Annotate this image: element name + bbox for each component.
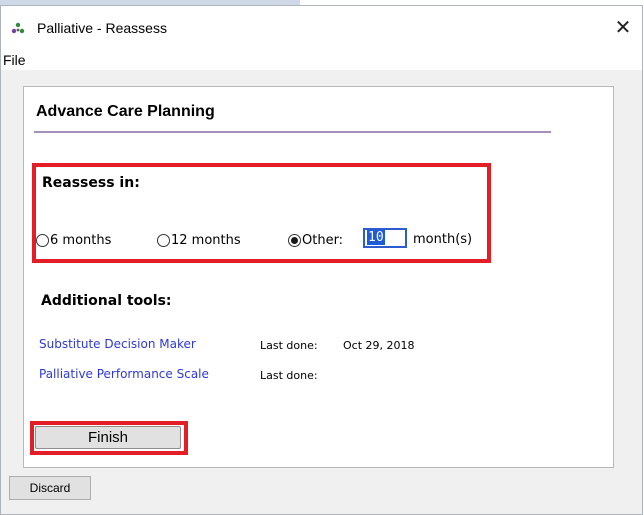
palliative-app-icon xyxy=(11,22,25,34)
radio-12-months-circle[interactable] xyxy=(157,234,170,247)
sdm-last-done-label: Last done: xyxy=(260,339,318,352)
radio-12-months[interactable]: 12 months xyxy=(157,230,241,250)
sdm-last-done-value: Oct 29, 2018 xyxy=(343,339,415,352)
pps-last-done-label: Last done: xyxy=(260,369,318,382)
radio-other-label: Other: xyxy=(302,233,344,248)
discard-button[interactable]: Discard xyxy=(9,476,91,500)
substitute-decision-maker-link[interactable]: Substitute Decision Maker xyxy=(39,337,196,351)
close-icon[interactable]: ✕ xyxy=(608,14,638,42)
palliative-performance-scale-link[interactable]: Palliative Performance Scale xyxy=(39,367,209,381)
menu-file[interactable]: File xyxy=(3,52,26,68)
window-title: Palliative - Reassess xyxy=(37,20,167,36)
reassess-label: Reassess in: xyxy=(42,175,140,191)
menu-bar: File xyxy=(1,48,642,70)
radio-6-months-circle[interactable] xyxy=(36,234,49,247)
radio-other[interactable]: Other: xyxy=(288,230,343,250)
main-panel: Advance Care Planning Reassess in: 6 mon… xyxy=(23,86,614,468)
radio-6-months[interactable]: 6 months xyxy=(36,230,111,250)
months-suffix-label: month(s) xyxy=(413,232,473,247)
other-months-value: 10 xyxy=(367,230,385,245)
radio-12-months-label: 12 months xyxy=(171,233,241,248)
radio-6-months-label: 6 months xyxy=(50,233,112,248)
palliative-reassess-window: Palliative - Reassess ✕ File Advance Car… xyxy=(0,5,643,515)
section-title: Advance Care Planning xyxy=(36,103,215,120)
finish-button[interactable]: Finish xyxy=(35,426,181,449)
additional-tools-label: Additional tools: xyxy=(41,293,172,309)
section-divider xyxy=(34,131,551,133)
title-bar[interactable]: Palliative - Reassess ✕ xyxy=(1,6,642,48)
other-months-input[interactable]: 10 xyxy=(363,228,407,248)
radio-other-circle[interactable] xyxy=(288,234,301,247)
